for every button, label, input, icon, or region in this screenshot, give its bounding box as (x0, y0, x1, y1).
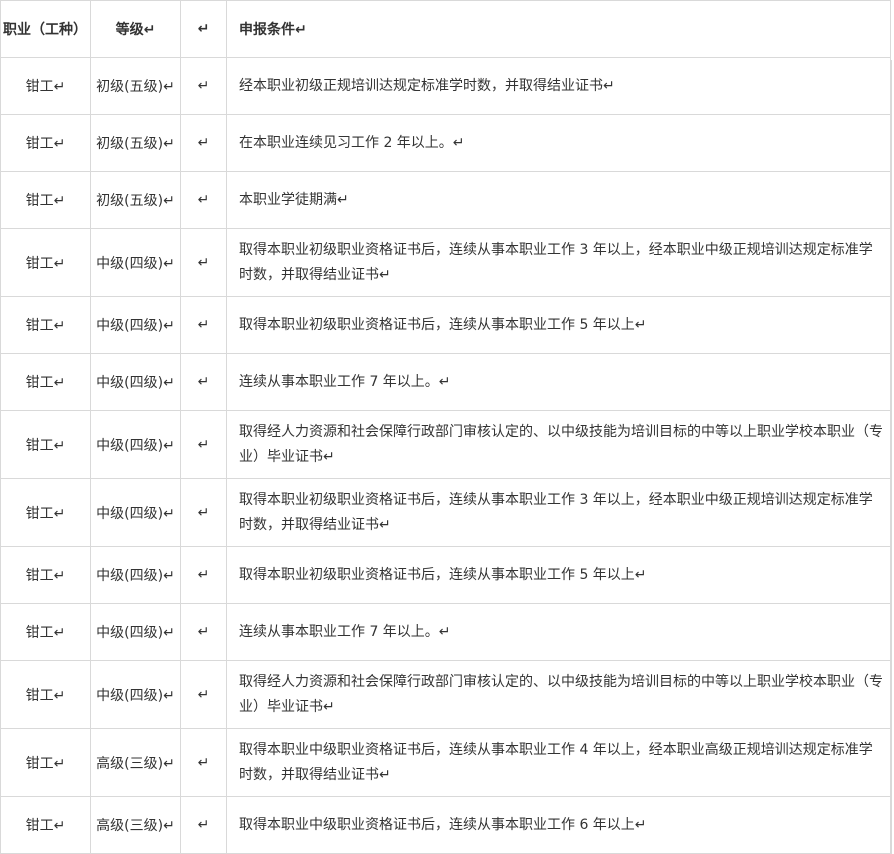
cell-condition: 取得本职业初级职业资格证书后，连续从事本职业工作 3 年以上，经本职业中级正规培… (226, 228, 891, 297)
cell-blank: ↵ (180, 660, 227, 729)
cell-level: 高级(三级)↵ (90, 728, 181, 797)
cell-level: 中级(四级)↵ (90, 353, 181, 411)
cell-level: 中级(四级)↵ (90, 296, 181, 354)
cell-condition: 取得经人力资源和社会保障行政部门审核认定的、以中级技能为培训目标的中等以上职业学… (226, 410, 891, 479)
table-body: 钳工↵ 初级(五级)↵ ↵ 经本职业初级正规培训达规定标准学时数，并取得结业证书… (0, 57, 891, 854)
cell-occupation: 钳工↵ (0, 114, 91, 172)
cell-blank: ↵ (180, 296, 227, 354)
table-row: 钳工↵ 中级(四级)↵ ↵ 取得本职业初级职业资格证书后，连续从事本职业工作 5… (0, 296, 891, 354)
cell-condition: 取得本职业中级职业资格证书后，连续从事本职业工作 4 年以上，经本职业高级正规培… (226, 728, 891, 797)
cell-level: 中级(四级)↵ (90, 478, 181, 547)
table-row: 钳工↵ 中级(四级)↵ ↵ 取得经人力资源和社会保障行政部门审核认定的、以中级技… (0, 660, 891, 729)
cell-blank: ↵ (180, 796, 227, 854)
condition-text: 取得经人力资源和社会保障行政部门审核认定的、以中级技能为培训目标的中等以上职业学… (239, 673, 883, 715)
cell-condition: 取得本职业中级职业资格证书后，连续从事本职业工作 6 年以上↵ (226, 796, 891, 854)
condition-text: 连续从事本职业工作 7 年以上。↵ (239, 373, 451, 390)
cell-occupation: 钳工↵ (0, 410, 91, 479)
cell-blank: ↵ (180, 114, 227, 172)
table-row: 钳工↵ 高级(三级)↵ ↵ 取得本职业中级职业资格证书后，连续从事本职业工作 6… (0, 796, 891, 854)
cell-occupation: 钳工↵ (0, 57, 91, 115)
cell-condition: 经本职业初级正规培训达规定标准学时数，并取得结业证书↵ (226, 57, 891, 115)
condition-text: 本职业学徒期满↵ (239, 191, 349, 208)
cell-occupation: 钳工↵ (0, 171, 91, 229)
cell-condition: 连续从事本职业工作 7 年以上。↵ (226, 603, 891, 661)
condition-text: 连续从事本职业工作 7 年以上。↵ (239, 623, 451, 640)
cell-occupation: 钳工↵ (0, 296, 91, 354)
table-row: 钳工↵ 初级(五级)↵ ↵ 经本职业初级正规培训达规定标准学时数，并取得结业证书… (0, 57, 891, 115)
condition-text: 取得经人力资源和社会保障行政部门审核认定的、以中级技能为培训目标的中等以上职业学… (239, 423, 883, 465)
cell-level: 中级(四级)↵ (90, 410, 181, 479)
cell-occupation: 钳工↵ (0, 353, 91, 411)
cell-occupation: 钳工↵ (0, 603, 91, 661)
cell-level: 中级(四级)↵ (90, 660, 181, 729)
table-row: 钳工↵ 中级(四级)↵ ↵ 取得本职业初级职业资格证书后，连续从事本职业工作 3… (0, 228, 891, 297)
table-row: 钳工↵ 中级(四级)↵ ↵ 连续从事本职业工作 7 年以上。↵ (0, 603, 891, 661)
cell-blank: ↵ (180, 410, 227, 479)
cell-occupation: 钳工↵ (0, 228, 91, 297)
cell-blank: ↵ (180, 546, 227, 604)
cell-blank: ↵ (180, 57, 227, 115)
cell-level: 初级(五级)↵ (90, 171, 181, 229)
cell-condition: 取得经人力资源和社会保障行政部门审核认定的、以中级技能为培训目标的中等以上职业学… (226, 660, 891, 729)
cell-condition: 连续从事本职业工作 7 年以上。↵ (226, 353, 891, 411)
condition-text: 取得本职业初级职业资格证书后，连续从事本职业工作 5 年以上↵ (239, 566, 647, 583)
cell-condition: 取得本职业初级职业资格证书后，连续从事本职业工作 3 年以上，经本职业中级正规培… (226, 478, 891, 547)
cell-occupation: 钳工↵ (0, 478, 91, 547)
cell-blank: ↵ (180, 228, 227, 297)
cell-level: 中级(四级)↵ (90, 603, 181, 661)
cell-occupation: 钳工↵ (0, 796, 91, 854)
table-header-row: 职业（工种） 等级↵ ↵ 申报条件↵ (0, 0, 891, 58)
table-row: 钳工↵ 中级(四级)↵ ↵ 取得本职业初级职业资格证书后，连续从事本职业工作 3… (0, 478, 891, 547)
header-blank: ↵ (180, 0, 227, 58)
condition-text: 在本职业连续见习工作 2 年以上。↵ (239, 134, 465, 151)
condition-text: 取得本职业初级职业资格证书后，连续从事本职业工作 3 年以上，经本职业中级正规培… (239, 491, 873, 533)
condition-text: 经本职业初级正规培训达规定标准学时数，并取得结业证书↵ (239, 77, 615, 94)
table-row: 钳工↵ 中级(四级)↵ ↵ 连续从事本职业工作 7 年以上。↵ (0, 353, 891, 411)
cell-condition: 取得本职业初级职业资格证书后，连续从事本职业工作 5 年以上↵ (226, 546, 891, 604)
cell-condition: 取得本职业初级职业资格证书后，连续从事本职业工作 5 年以上↵ (226, 296, 891, 354)
condition-text: 取得本职业中级职业资格证书后，连续从事本职业工作 6 年以上↵ (239, 816, 647, 833)
table-row: 钳工↵ 高级(三级)↵ ↵ 取得本职业中级职业资格证书后，连续从事本职业工作 4… (0, 728, 891, 797)
cell-level: 初级(五级)↵ (90, 114, 181, 172)
cell-occupation: 钳工↵ (0, 728, 91, 797)
table-row: 钳工↵ 初级(五级)↵ ↵ 在本职业连续见习工作 2 年以上。↵ (0, 114, 891, 172)
cell-occupation: 钳工↵ (0, 546, 91, 604)
cell-condition: 本职业学徒期满↵ (226, 171, 891, 229)
cell-condition: 在本职业连续见习工作 2 年以上。↵ (226, 114, 891, 172)
cell-blank: ↵ (180, 353, 227, 411)
header-condition: 申报条件↵ (226, 0, 891, 58)
table-row: 钳工↵ 初级(五级)↵ ↵ 本职业学徒期满↵ (0, 171, 891, 229)
header-occupation: 职业（工种） (0, 0, 91, 58)
table-row: 钳工↵ 中级(四级)↵ ↵ 取得本职业初级职业资格证书后，连续从事本职业工作 5… (0, 546, 891, 604)
cell-level: 中级(四级)↵ (90, 228, 181, 297)
condition-text: 取得本职业初级职业资格证书后，连续从事本职业工作 5 年以上↵ (239, 316, 647, 333)
cell-blank: ↵ (180, 478, 227, 547)
table-right-edge (891, 60, 892, 854)
cell-level: 中级(四级)↵ (90, 546, 181, 604)
condition-text: 取得本职业中级职业资格证书后，连续从事本职业工作 4 年以上，经本职业高级正规培… (239, 741, 873, 783)
cell-blank: ↵ (180, 603, 227, 661)
header-level: 等级↵ (90, 0, 181, 58)
cell-level: 高级(三级)↵ (90, 796, 181, 854)
condition-text: 取得本职业初级职业资格证书后，连续从事本职业工作 3 年以上，经本职业中级正规培… (239, 241, 873, 283)
requirements-table: 职业（工种） 等级↵ ↵ 申报条件↵ 钳工↵ 初级(五级)↵ ↵ 经本职业初级正… (0, 0, 891, 854)
cell-blank: ↵ (180, 728, 227, 797)
table-row: 钳工↵ 中级(四级)↵ ↵ 取得经人力资源和社会保障行政部门审核认定的、以中级技… (0, 410, 891, 479)
cell-level: 初级(五级)↵ (90, 57, 181, 115)
cell-occupation: 钳工↵ (0, 660, 91, 729)
cell-blank: ↵ (180, 171, 227, 229)
